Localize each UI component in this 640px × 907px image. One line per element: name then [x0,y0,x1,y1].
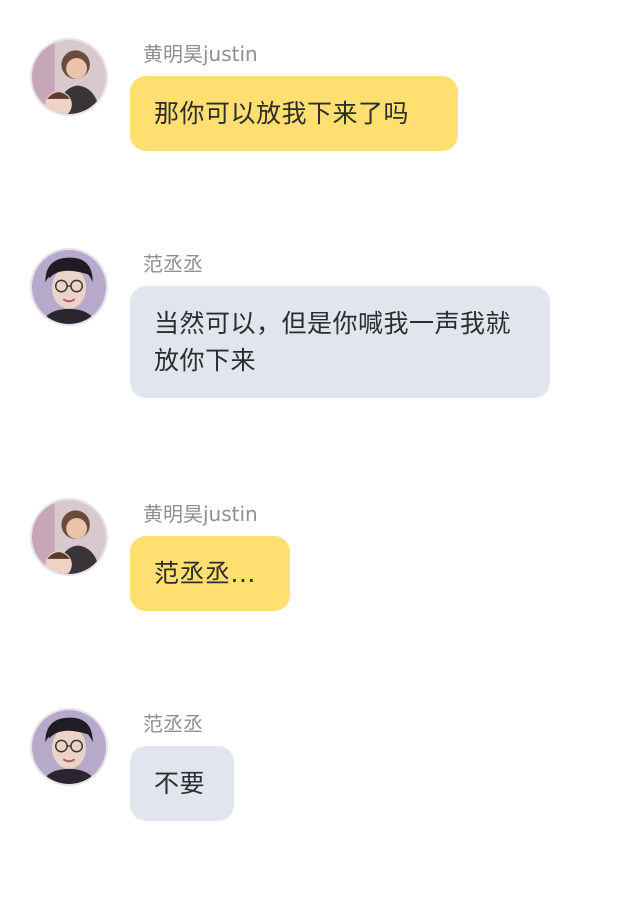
sender-name: 范丞丞 [143,712,203,736]
justin-avatar[interactable] [30,498,108,576]
sender-name: 范丞丞 [143,252,203,276]
sender-name: 黄明昊justin [143,42,258,66]
justin-avatar[interactable] [30,38,108,116]
fan-avatar[interactable] [30,708,108,786]
message-bubble[interactable]: 范丞丞... [130,536,290,611]
message-bubble[interactable]: 那你可以放我下来了吗 [130,76,458,151]
fan-avatar[interactable] [30,248,108,326]
justin-avatar-icon [32,40,106,114]
fan-avatar-icon [32,250,106,324]
sender-name: 黄明昊justin [143,502,258,526]
justin-avatar-icon [32,500,106,574]
message-bubble[interactable]: 当然可以，但是你喊我一声我就放你下来 [130,286,550,398]
message-bubble[interactable]: 不要 [130,746,234,821]
fan-avatar-icon [32,710,106,784]
